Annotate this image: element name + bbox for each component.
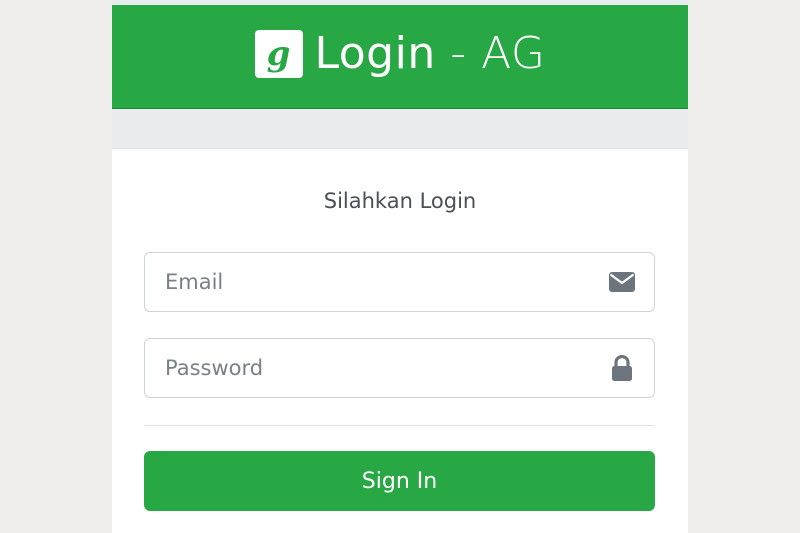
- logo: g: [254, 29, 303, 78]
- envelope-icon: [606, 253, 638, 311]
- login-box: g Login - AG Silahkan Login Email Sign I…: [112, 0, 688, 533]
- app-title-main: Login: [314, 27, 436, 79]
- login-card: Silahkan Login Sign In: [112, 148, 688, 533]
- email-field-group: [144, 252, 655, 312]
- lock-icon: [606, 339, 638, 397]
- login-box-message: Silahkan Login: [323, 189, 477, 213]
- login-header: g Login - AG: [112, 5, 688, 109]
- email-field[interactable]: [145, 253, 600, 311]
- app-title: Login - AG: [315, 31, 546, 76]
- sign-in-button[interactable]: Sign In: [144, 451, 655, 511]
- password-field[interactable]: [145, 339, 600, 397]
- logo-letter: g: [266, 33, 291, 74]
- app-title-separator: -: [435, 27, 482, 79]
- form-divider: [144, 425, 655, 426]
- password-field-group: [144, 338, 655, 398]
- app-title-suffix: AG: [481, 27, 546, 79]
